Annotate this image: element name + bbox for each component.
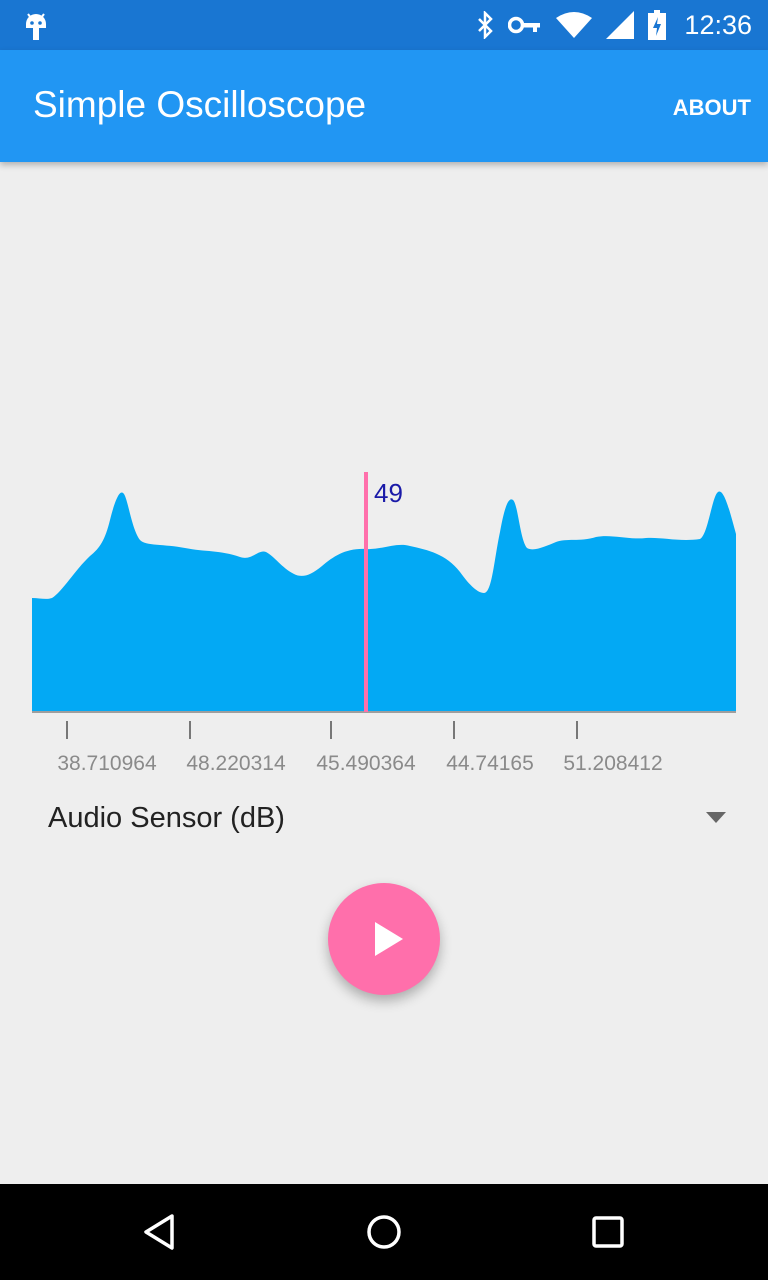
app-bar: Simple Oscilloscope ABOUT [0, 50, 768, 162]
dropdown-arrow-icon [706, 812, 726, 823]
x-tick-label: 38.710964 [57, 752, 157, 775]
android-debug-icon [26, 13, 46, 40]
x-tick-label: 48.220314 [186, 752, 286, 775]
cursor-marker-value: 49 [374, 478, 403, 508]
waveform-area [32, 491, 736, 712]
play-button[interactable] [328, 883, 440, 995]
sensor-dropdown[interactable]: Audio Sensor (dB) [48, 796, 730, 846]
battery-charging-icon [648, 10, 667, 40]
x-tick-label: 44.74165 [446, 752, 534, 775]
wifi-icon [556, 12, 593, 38]
signal-icon [606, 11, 635, 39]
sensor-dropdown-value: Audio Sensor (dB) [48, 802, 285, 834]
recents-icon[interactable] [584, 1208, 632, 1256]
x-axis-ticks: 38.710964 48.220314 45.490364 44.74165 51.20… [57, 721, 663, 775]
about-button[interactable]: ABOUT [673, 95, 751, 121]
app-title: Simple Oscilloscope [33, 84, 367, 125]
bluetooth-icon [478, 11, 494, 39]
status-bar: 12:36 [0, 0, 768, 50]
vpn-key-icon [508, 16, 541, 34]
home-icon[interactable] [360, 1208, 408, 1256]
back-icon[interactable] [136, 1208, 184, 1256]
status-time: 12:36 [684, 9, 752, 40]
x-tick-label: 51.208412 [563, 752, 662, 775]
x-tick-label: 45.490364 [316, 752, 416, 775]
play-icon [375, 922, 403, 956]
oscilloscope-chart[interactable]: 49 38.710964 48.220314 45.490364 44.74165 51… [0, 460, 768, 780]
navigation-bar [0, 1184, 768, 1280]
